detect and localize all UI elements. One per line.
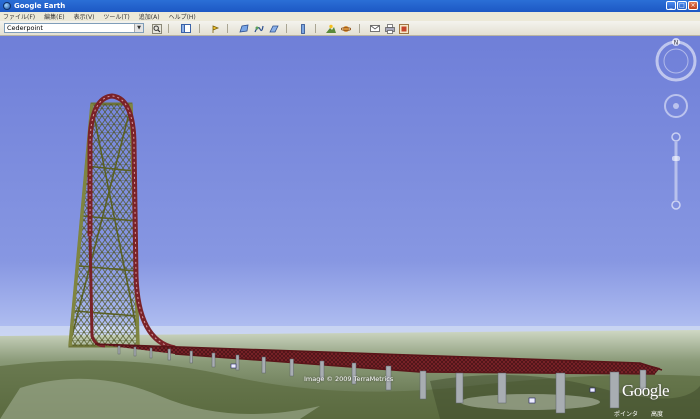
window-title: Google Earth [14, 2, 66, 10]
search-icon [151, 23, 162, 34]
ruler-button[interactable] [297, 23, 308, 34]
image-icon [398, 23, 409, 34]
add-overlay-button[interactable] [268, 23, 279, 34]
search-input[interactable]: Cederpoint [4, 23, 144, 33]
menu-add[interactable]: 追加(A) [139, 12, 160, 21]
switch-planet-button[interactable] [340, 23, 351, 34]
toolbar: Cederpoint ▼ [0, 21, 700, 36]
overlay-icon [268, 25, 279, 32]
map-marker[interactable] [528, 397, 536, 404]
close-button[interactable]: × [688, 1, 698, 10]
minimize-button[interactable]: _ [666, 1, 676, 10]
view-in-maps-button[interactable] [398, 23, 409, 34]
3d-scene[interactable] [0, 36, 700, 419]
sunlight-button[interactable] [325, 23, 336, 34]
altitude-status: 高度 [651, 411, 664, 418]
compass-north-label: N [674, 40, 679, 47]
maximize-button[interactable]: □ [677, 1, 687, 10]
menu-file[interactable]: ファイル(F) [3, 12, 35, 21]
toolbar-divider [199, 24, 200, 33]
title-bar: Google Earth _ □ × [0, 0, 700, 12]
imagery-copyright: Image © 2009 TerraMetrics [304, 375, 394, 383]
toolbar-divider [286, 24, 287, 33]
add-path-button[interactable] [253, 23, 264, 34]
search-button[interactable] [151, 23, 162, 34]
navigation-controls: N [654, 38, 698, 218]
sidebar-icon [180, 24, 191, 33]
google-earth-icon [3, 2, 11, 10]
path-icon [253, 25, 264, 32]
sidebar-toggle-button[interactable] [180, 23, 191, 34]
earth-viewport[interactable] [0, 36, 700, 419]
menu-bar: ファイル(F) 編集(E) 表示(V) ツール(T) 追加(A) ヘルプ(H) [0, 12, 700, 21]
zoom-slider[interactable] [671, 132, 681, 210]
ruler-icon [300, 23, 305, 34]
pointer-status: ポインタ [614, 411, 639, 418]
menu-help[interactable]: ヘルプ(H) [169, 12, 196, 21]
google-logo: Google [622, 381, 670, 400]
add-polygon-button[interactable] [238, 23, 249, 34]
window-controls: _ □ × [666, 1, 698, 10]
toolbar-divider [359, 24, 360, 33]
compass-ring[interactable]: N [655, 38, 697, 82]
sunlight-icon [325, 24, 336, 33]
menu-tools[interactable]: ツール(T) [103, 12, 129, 21]
add-placemark-button[interactable] [209, 23, 220, 34]
polygon-icon [238, 24, 248, 32]
map-marker[interactable] [230, 363, 237, 369]
placemark-icon [212, 24, 219, 33]
email-icon [369, 25, 380, 32]
planet-icon [340, 25, 351, 32]
menu-view[interactable]: 表示(V) [74, 12, 95, 21]
toolbar-divider [315, 24, 316, 33]
print-icon [384, 23, 395, 34]
email-button[interactable] [369, 23, 380, 34]
chevron-down-icon[interactable]: ▼ [134, 24, 143, 32]
map-marker[interactable] [589, 387, 596, 393]
menu-edit[interactable]: 編集(E) [44, 12, 64, 21]
print-button[interactable] [384, 23, 395, 34]
toolbar-divider [168, 24, 169, 33]
toolbar-divider [227, 24, 228, 33]
look-joystick[interactable] [664, 94, 688, 118]
